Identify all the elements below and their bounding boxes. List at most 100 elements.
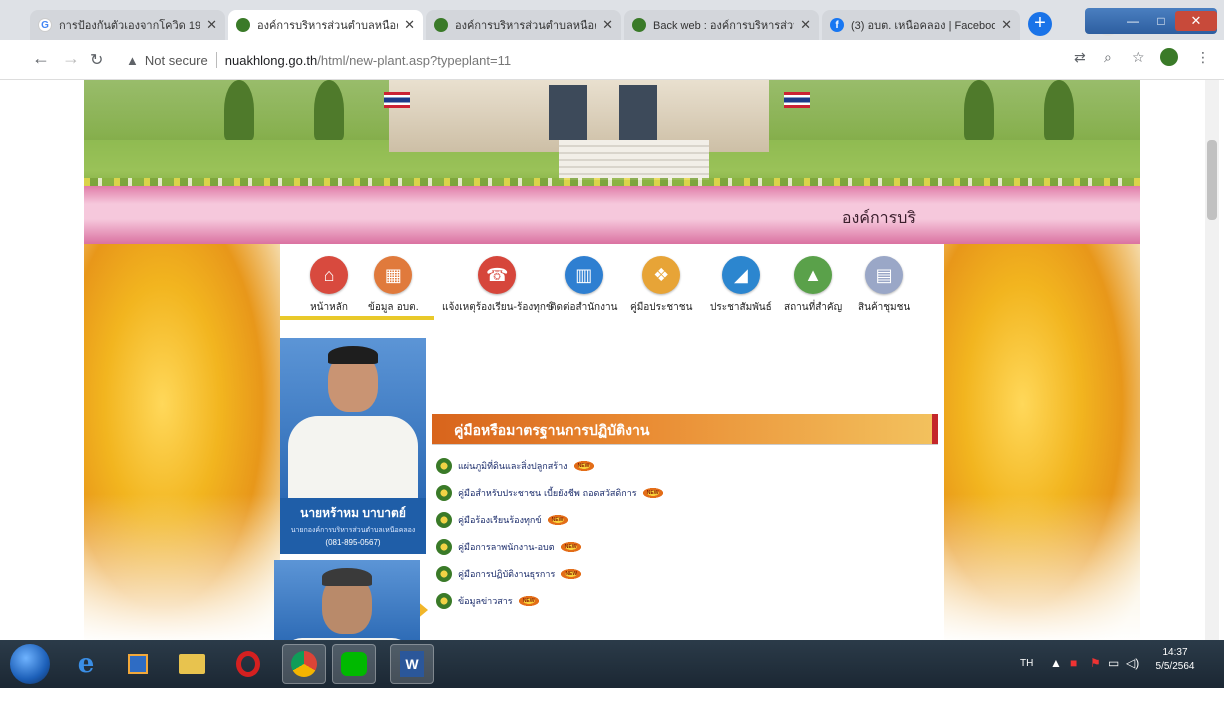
flag-icon[interactable]: ⚑: [1090, 656, 1101, 670]
clock-date: 5/5/2564: [1155, 661, 1195, 672]
word-icon[interactable]: W: [390, 644, 434, 684]
divider: [280, 316, 434, 320]
google-icon: G: [38, 18, 52, 32]
officer-card[interactable]: นายหร้าหม บาบาตย์ นายกองค์การบริหารส่วนต…: [280, 338, 426, 554]
line-icon[interactable]: [332, 644, 376, 684]
officer-name: นายหร้าหม บาบาตย์: [300, 506, 406, 520]
opera-icon[interactable]: [226, 644, 270, 684]
language-indicator[interactable]: TH: [1020, 658, 1033, 669]
nav-home[interactable]: ⌂ หน้าหลัก: [310, 256, 348, 315]
document-label[interactable]: คู่มือการลาพนักงาน-อบต: [458, 540, 555, 554]
main-content: ⌂ หน้าหลัก ▦ ข้อมูล อบต. ☎ แจ้งเหตุร้องเ…: [274, 244, 944, 640]
nav-pr[interactable]: ◢ ประชาสัมพันธ์: [710, 256, 772, 315]
address-bar[interactable]: ▲ Not secure nuakhlong.go.th /html/new-p…: [118, 47, 1068, 73]
volume-icon[interactable]: ◁): [1126, 656, 1139, 670]
translate-icon[interactable]: ⇄: [1074, 49, 1086, 66]
clock-time: 14:37: [1162, 647, 1188, 658]
seal-icon: [436, 511, 452, 528]
reload-icon[interactable]: ↻: [90, 50, 103, 70]
officer-info: นายหร้าหม บาบาตย์ นายกองค์การบริหารส่วนต…: [280, 498, 426, 554]
folder-icon[interactable]: [170, 644, 214, 684]
vertical-scrollbar[interactable]: [1205, 80, 1219, 660]
antivirus-icon[interactable]: ■: [1070, 656, 1077, 670]
document-link[interactable]: คู่มือร้องเรียนร้องทุกข์ NEW: [436, 506, 936, 533]
officer-card[interactable]: [274, 560, 420, 640]
page-viewport: องค์การบริ ⌂ หน้าหลัก ▦ ข้อมูล อบต. ☎ แจ…: [0, 80, 1224, 640]
nav-label: ประชาสัมพันธ์: [710, 302, 772, 313]
facebook-icon: f: [830, 18, 844, 32]
url-path: /html/new-plant.asp?typeplant=11: [317, 52, 512, 68]
nav-products[interactable]: ▤ สินค้าชุมชน: [858, 256, 910, 315]
officer-phone: (081-895-0567): [325, 538, 381, 547]
clock[interactable]: 14:37 5/5/2564: [1145, 646, 1205, 674]
officer-photo: [280, 338, 426, 498]
new-badge-icon: NEW: [642, 487, 663, 498]
nav-label: สถานที่สำคัญ: [784, 302, 843, 313]
nav-label: ข้อมูล อบต.: [368, 302, 419, 313]
officer-role: นายกองค์การบริหารส่วนตำบลเหนือคลอง: [290, 527, 416, 534]
document-label[interactable]: ข้อมูลข่าวสาร: [458, 594, 513, 608]
office-icon: ▥: [564, 256, 603, 294]
left-decoration: [84, 244, 280, 640]
back-arrow-icon[interactable]: ←: [32, 48, 50, 69]
tab-backweb[interactable]: Back web : องค์การบริหารส่วนตำ ✕: [624, 10, 819, 40]
tab-facebook[interactable]: f (3) อบต. เหนือคลอง | Facebook ✕: [822, 10, 1020, 40]
windows-taskbar: e W TH ▲ ■ ⚑ ▭ ◁) 14:37 5/5/2564: [0, 640, 1224, 688]
org-name-bar: องค์การบริ: [84, 186, 1140, 246]
building-icon: ▦: [374, 256, 413, 294]
tab-active-org[interactable]: องค์การบริหารส่วนตำบลหนือคลอง ✕: [228, 10, 423, 40]
tab-covid[interactable]: G การป้องกันตัวเองจากโควิด 19 - Go ✕: [30, 10, 225, 40]
ie-icon[interactable]: e: [64, 644, 108, 684]
document-label[interactable]: คู่มือสำหรับประชาชน เบี้ยยังชีพ ถอดสวัสด…: [458, 486, 637, 500]
window-close-button[interactable]: ✕: [1175, 11, 1217, 31]
extension-icon[interactable]: [1160, 48, 1178, 66]
nav-handbook[interactable]: ❖ คู่มือประชาชน: [630, 256, 692, 315]
close-icon[interactable]: ✕: [1001, 17, 1012, 33]
media-player-icon[interactable]: [116, 644, 160, 684]
shop-icon: ▤: [865, 256, 904, 294]
document-link[interactable]: คู่มือการลาพนักงาน-อบต NEW: [436, 533, 936, 560]
phone-icon: ☎: [478, 256, 517, 294]
seal-icon: [436, 565, 452, 582]
seal-icon: [236, 18, 250, 32]
start-button[interactable]: [10, 644, 50, 684]
new-tab-button[interactable]: +: [1028, 12, 1052, 36]
tab-strip: G การป้องกันตัวเองจากโควิด 19 - Go ✕ องค…: [0, 0, 1224, 40]
nav-contact[interactable]: ▥ ติดต่อสำนักงาน: [550, 256, 617, 315]
nav-label: ติดต่อสำนักงาน: [550, 302, 618, 313]
scrollbar-thumb[interactable]: [1207, 140, 1217, 220]
show-hidden-icon[interactable]: ▲: [1050, 656, 1062, 670]
document-link[interactable]: แผ่นภูมิที่ดินและสิ่งปลูกสร้าง NEW: [436, 452, 936, 479]
document-link[interactable]: ข้อมูลข่าวสาร NEW: [436, 587, 936, 614]
forward-arrow-icon[interactable]: →: [62, 48, 80, 69]
nav-complaint[interactable]: ☎ แจ้งเหตุร้องเรียน-ร้องทุกข์: [442, 256, 553, 315]
tab-title: (3) อบต. เหนือคลอง | Facebook: [851, 20, 996, 32]
document-link[interactable]: คู่มือสำหรับประชาชน เบี้ยยังชีพ ถอดสวัสด…: [436, 479, 936, 506]
seal-icon: [436, 538, 452, 555]
nav-label: สินค้าชุมชน: [858, 302, 911, 313]
nav-landmarks[interactable]: ▲ สถานที่สำคัญ: [784, 256, 842, 315]
zoom-icon[interactable]: ⌕: [1104, 49, 1112, 66]
maximize-button[interactable]: □: [1147, 12, 1175, 30]
minimize-button[interactable]: —: [1119, 12, 1147, 30]
security-label: Not secure: [144, 52, 208, 68]
menu-kebab-icon[interactable]: ⋮: [1196, 49, 1210, 66]
document-label[interactable]: แผ่นภูมิที่ดินและสิ่งปลูกสร้าง: [458, 459, 568, 473]
close-icon[interactable]: ✕: [404, 17, 415, 33]
nav-label: แจ้งเหตุร้องเรียน-ร้องทุกข์: [442, 302, 553, 313]
close-icon[interactable]: ✕: [800, 17, 811, 33]
network-icon[interactable]: ▭: [1108, 656, 1119, 670]
tab-title: องค์การบริหารส่วนตำบลหนือคลอง: [257, 20, 398, 32]
landmark-icon: ▲: [794, 256, 833, 294]
divider: [432, 444, 938, 445]
chrome-icon[interactable]: [282, 644, 326, 684]
document-link[interactable]: คู่มือการปฏิบัติงานธุรการ NEW: [436, 560, 936, 587]
star-icon[interactable]: ☆: [1132, 49, 1145, 66]
close-icon[interactable]: ✕: [206, 17, 217, 33]
document-label[interactable]: คู่มือร้องเรียนร้องทุกข์: [458, 513, 542, 527]
nav-info[interactable]: ▦ ข้อมูล อบต.: [368, 256, 419, 315]
warning-icon: ▲: [126, 52, 139, 68]
document-label[interactable]: คู่มือการปฏิบัติงานธุรการ: [458, 567, 555, 581]
tab-org-2[interactable]: องค์การบริหารส่วนตำบลหนือคลอง ✕: [426, 10, 621, 40]
close-icon[interactable]: ✕: [602, 17, 613, 33]
